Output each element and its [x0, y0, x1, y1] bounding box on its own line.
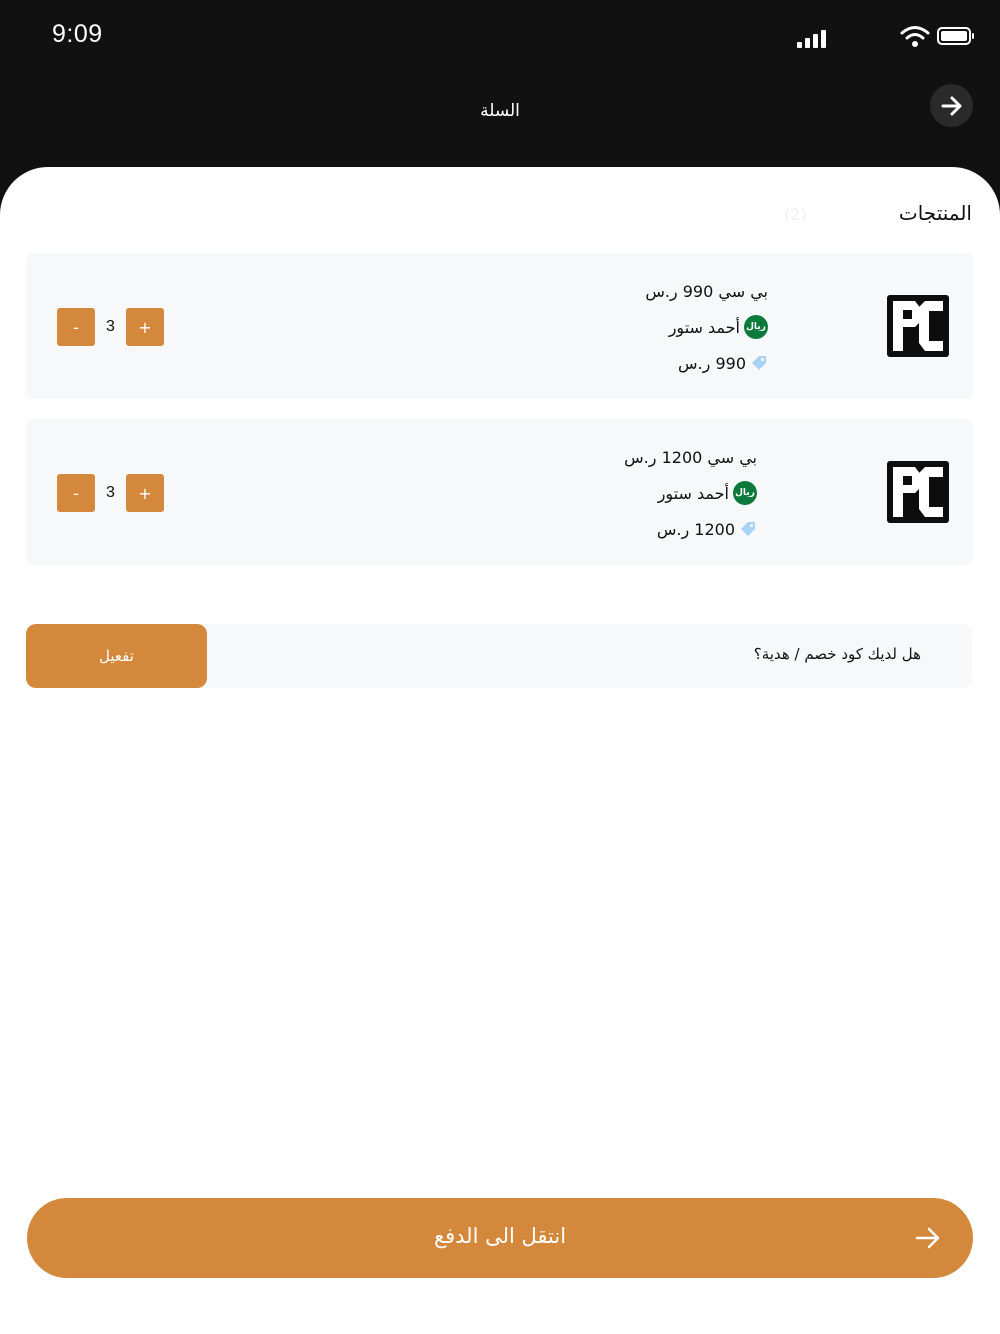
activate-button[interactable]: تفعيل: [26, 624, 207, 688]
decrement-button[interactable]: -: [57, 474, 95, 512]
cart-sheet: المنتجات (2) بي سي 990 ر.س ريال أحمد ستو…: [0, 167, 1000, 1334]
signal-icon: [797, 28, 827, 48]
decrement-button[interactable]: -: [57, 308, 95, 346]
store-badge-icon: ريال: [744, 315, 768, 339]
tag-icon: [752, 356, 766, 370]
products-section-title: المنتجات: [898, 201, 972, 225]
product-card[interactable]: بي سي 990 ر.س ريال أحمد ستور 990 ر.س - 3…: [26, 253, 973, 399]
pc-logo-icon: [887, 461, 949, 523]
wifi-icon: [900, 26, 930, 47]
product-name: بي سي 990 ر.س: [645, 281, 768, 301]
coupon-field[interactable]: هل لديك كود خصم / هدية؟ تفعيل: [26, 624, 972, 688]
checkout-label: انتقل الى الدفع: [433, 1224, 567, 1248]
status-bar: 9:09: [0, 0, 1000, 80]
increment-button[interactable]: +: [126, 474, 164, 512]
product-price: 990 ر.س: [678, 353, 746, 373]
quantity-stepper: - 3 +: [57, 474, 164, 512]
quantity-value: 3: [106, 484, 115, 501]
product-store: أحمد ستور: [657, 483, 729, 503]
product-info: بي سي 1200 ر.س ريال أحمد ستور 1200 ر.س: [624, 439, 757, 547]
pc-logo-icon: [887, 295, 949, 357]
coupon-prompt: هل لديك كود خصم / هدية؟: [753, 645, 921, 663]
products-count: (2): [784, 205, 807, 224]
product-name: بي سي 1200 ر.س: [624, 447, 757, 467]
back-button[interactable]: [930, 84, 973, 127]
increment-button[interactable]: +: [126, 308, 164, 346]
battery-icon: [937, 27, 974, 45]
product-info: بي سي 990 ر.س ريال أحمد ستور 990 ر.س: [645, 273, 768, 381]
arrow-right-icon: [941, 96, 961, 115]
product-store: أحمد ستور: [668, 317, 740, 337]
page-title: السلة: [480, 101, 520, 121]
quantity-stepper: - 3 +: [57, 308, 164, 346]
tag-icon: [741, 522, 755, 536]
arrow-right-icon: [915, 1227, 940, 1249]
checkout-button[interactable]: انتقل الى الدفع: [27, 1198, 973, 1278]
store-badge-icon: ريال: [733, 481, 757, 505]
product-card[interactable]: بي سي 1200 ر.س ريال أحمد ستور 1200 ر.س -…: [26, 419, 973, 565]
product-price: 1200 ر.س: [656, 519, 735, 539]
quantity-value: 3: [106, 318, 115, 335]
status-time: 9:09: [52, 20, 103, 48]
